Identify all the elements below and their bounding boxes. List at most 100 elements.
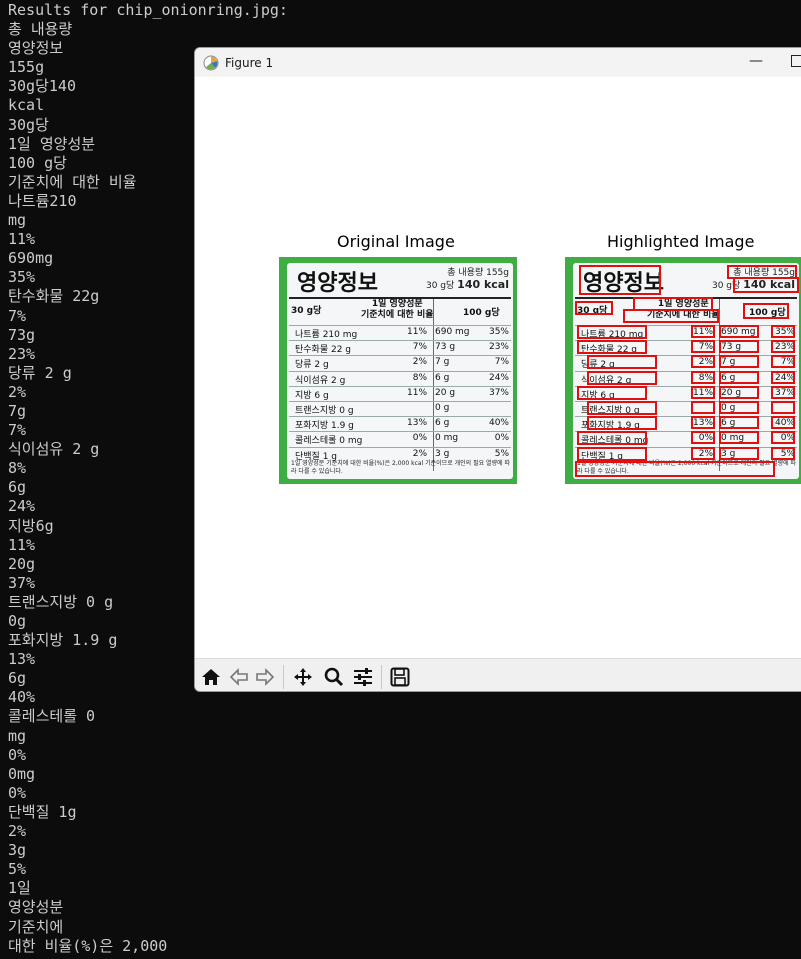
per-100g-percent: 24% — [488, 372, 509, 383]
detection-box — [691, 401, 715, 414]
terminal-line: mg — [8, 726, 27, 745]
detection-box — [623, 309, 719, 323]
back-icon[interactable] — [228, 667, 250, 687]
detection-box — [691, 431, 715, 445]
daily-value-percent: 0% — [412, 433, 427, 444]
per-100g-amount: 3 g — [435, 448, 450, 459]
plot-canvas[interactable]: Original Image Highlighted Image 영양정보 총 내… — [195, 77, 801, 658]
toolbar-divider — [381, 665, 382, 689]
nutrient-rows: 나트륨 210 mg 11% 690 mg 35% 탄수화물 22 g 7% 73 g 23%… — [289, 325, 511, 462]
original-image-title: Original Image — [337, 232, 455, 251]
nutrient-row: 트랜스지방 0 g 0 g — [289, 400, 511, 416]
detection-box — [719, 340, 759, 354]
detection-box — [719, 446, 759, 460]
nutrient-row: 당류 2 g 2% 7 g 7% — [289, 355, 511, 370]
nutrient-name: 콜레스테롤 0 mg — [295, 436, 363, 447]
terminal-line: 영양성분 — [8, 898, 64, 917]
pan-icon[interactable] — [292, 667, 314, 687]
label-footnote: 1일 영양성분 기준치에 대한 비율(%)은 2,000 kcal 기준이므로 … — [291, 460, 511, 475]
matplotlib-icon — [203, 55, 219, 70]
per-100g-percent: 7% — [494, 357, 509, 368]
per-100g-amount: 20 g — [435, 387, 456, 398]
configure-subplots-icon[interactable] — [352, 667, 374, 687]
detection-box — [691, 325, 715, 338]
detection-box — [577, 325, 647, 339]
detection-box — [691, 355, 715, 369]
title-bar[interactable]: Figure 1 — — [195, 48, 801, 77]
original-image: 영양정보 총 내용량 155g 30 g당 140 kcal 30 g당 1일 영양성분… — [279, 257, 517, 484]
serving-header: 30 g당 — [291, 306, 322, 316]
detection-box — [587, 355, 657, 370]
home-icon[interactable] — [200, 667, 222, 687]
per-100g-amount: 6 g — [435, 418, 450, 429]
daily-value-header-line: 기준치에 대한 비율 — [361, 310, 434, 320]
detection-box — [577, 385, 647, 400]
nutrient-name: 나트륨 210 mg — [295, 330, 358, 340]
detection-box — [691, 370, 715, 384]
detection-box — [771, 355, 795, 369]
detection-box — [771, 401, 795, 414]
detection-box — [771, 431, 795, 445]
nutrition-label: 영양정보 총 내용량 155g 30 g당 140 kcal 30 g당 1일 영양성분… — [573, 263, 799, 479]
detection-box — [691, 416, 715, 430]
zoom-icon[interactable] — [323, 667, 345, 687]
serving-text: 30 g당 — [425, 281, 455, 291]
save-icon[interactable] — [389, 667, 411, 687]
per-100g-amount: 0 g — [435, 402, 450, 413]
per-100g-percent: 23% — [488, 342, 509, 353]
daily-value-percent: 8% — [412, 372, 427, 383]
detection-box — [691, 340, 715, 354]
per-100g-amount: 690 mg — [435, 327, 470, 337]
minimize-button[interactable]: — — [748, 53, 764, 71]
detection-box — [771, 370, 795, 384]
detection-box — [719, 416, 759, 430]
navigation-toolbar — [195, 658, 801, 691]
nutrient-row: 콜레스테롤 0 mg 0% 0 mg 0% — [289, 431, 511, 446]
per-100g-amount: 73 g — [435, 342, 456, 353]
label-heading: 영양정보 — [297, 271, 378, 296]
forward-icon[interactable] — [254, 667, 276, 687]
detection-box — [587, 370, 657, 385]
per-100g-amount: 7 g — [435, 357, 450, 368]
daily-value-header-line: 1일 영양성분 — [371, 299, 423, 309]
detection-box — [577, 446, 647, 461]
label-net-content: 총 내용량 155g 30 g당 140 kcal — [426, 267, 509, 292]
detection-box — [691, 446, 715, 460]
detection-box — [579, 265, 661, 295]
nutrition-label: 영양정보 총 내용량 155g 30 g당 140 kcal 30 g당 1일 영양성분… — [287, 263, 513, 479]
nutrient-row: 탄수화물 22 g 7% 73 g 23% — [289, 340, 511, 355]
terminal-line: 2% — [8, 822, 27, 841]
daily-value-percent: 13% — [407, 418, 428, 429]
detection-box — [771, 385, 795, 399]
figure-window[interactable]: Figure 1 — Original Image Highlighted Im… — [194, 47, 801, 692]
calorie-line: 30 g당 140 kcal — [426, 279, 509, 292]
detection-box — [719, 370, 759, 384]
detection-box — [771, 340, 795, 354]
detection-box — [691, 385, 715, 399]
terminal-line: 0mg — [8, 764, 36, 783]
terminal-line: 3g — [8, 841, 27, 860]
detection-box — [771, 325, 795, 338]
terminal-line: 총 내용량 — [8, 20, 73, 39]
terminal-line: 콜레스테롤 0 — [8, 707, 96, 726]
maximize-button[interactable] — [791, 55, 801, 67]
nutrient-name: 포화지방 1.9 g — [295, 421, 354, 432]
detection-box — [733, 277, 799, 293]
nutrient-name: 지방 6 g — [295, 390, 329, 401]
detection-box — [771, 446, 795, 460]
detection-box — [719, 431, 759, 445]
terminal-line: 대한 비율(%)은 2,000 — [8, 936, 168, 955]
detection-box — [719, 355, 759, 369]
daily-value-percent: 11% — [407, 387, 428, 398]
highlighted-image: 영양정보 총 내용량 155g 30 g당 140 kcal 30 g당 1일 영양성분… — [565, 257, 801, 484]
daily-value-header: 1일 영양성분 기준치에 대한 비율 — [361, 299, 434, 321]
daily-value-percent: 2% — [412, 357, 427, 368]
terminal-line: 1일 — [8, 879, 31, 898]
detection-box — [577, 431, 647, 446]
daily-value-percent: 11% — [407, 327, 428, 337]
per-100g-amount: 6 g — [435, 372, 450, 383]
daily-value-percent: 7% — [412, 342, 427, 353]
detection-box — [575, 301, 613, 315]
terminal-line: 5% — [8, 860, 27, 879]
per-100g-percent: 0% — [494, 433, 509, 444]
